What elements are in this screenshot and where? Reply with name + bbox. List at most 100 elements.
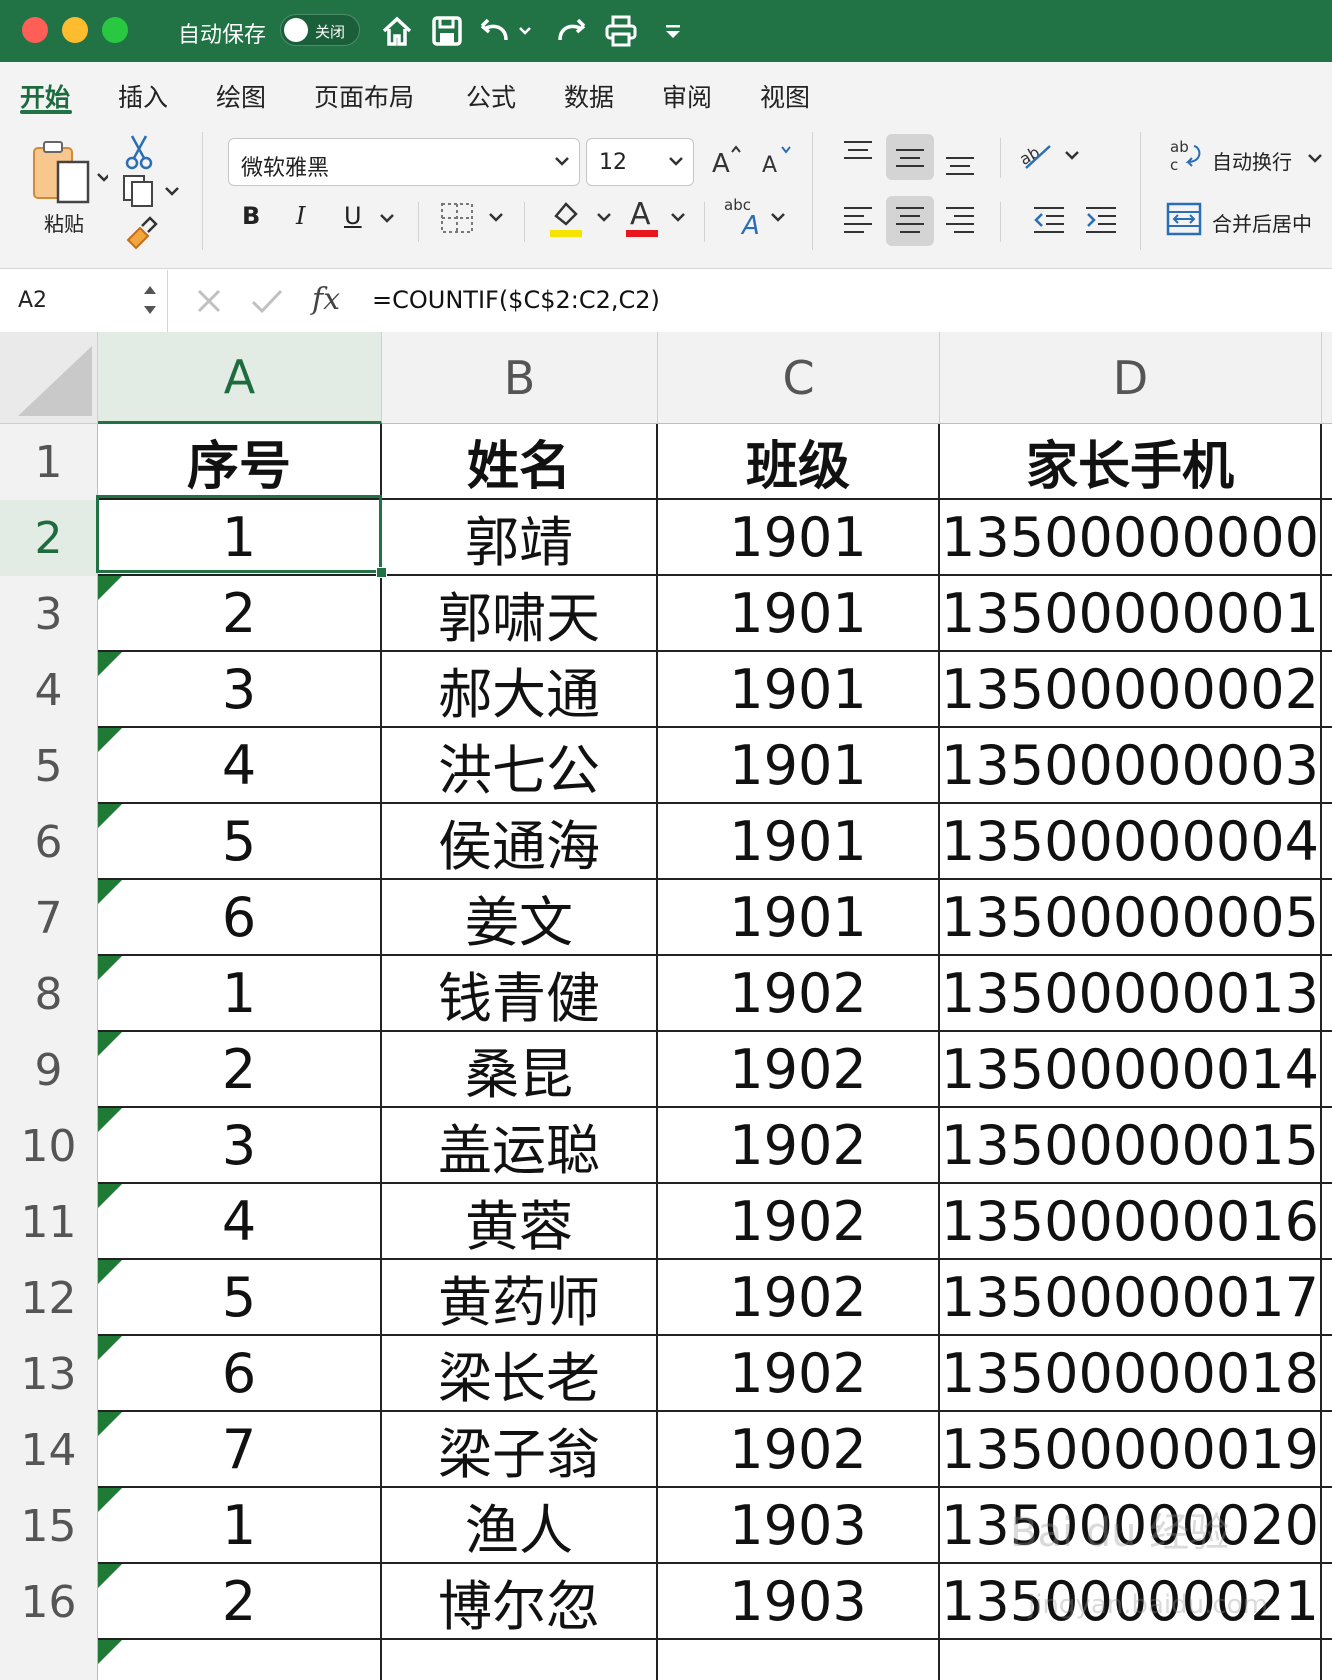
table-cell[interactable]: [98, 1640, 382, 1680]
table-cell[interactable]: 3: [98, 652, 382, 728]
tab-page-layout[interactable]: 页面布局: [314, 78, 414, 114]
table-cell[interactable]: 4: [98, 1184, 382, 1260]
error-indicator-icon[interactable]: [98, 576, 122, 600]
table-cell[interactable]: 博尔忽: [382, 1564, 658, 1640]
table-cell[interactable]: [1322, 1184, 1332, 1260]
decrease-indent-icon[interactable]: [1032, 204, 1066, 240]
error-indicator-icon[interactable]: [98, 1640, 122, 1664]
table-cell[interactable]: [1322, 500, 1332, 576]
row-header[interactable]: 12: [0, 1260, 98, 1336]
table-cell[interactable]: 13500000002: [940, 652, 1322, 728]
table-cell[interactable]: 2: [98, 1032, 382, 1108]
table-cell[interactable]: 郝大通: [382, 652, 658, 728]
table-cell[interactable]: 6: [98, 880, 382, 956]
customize-toolbar-icon[interactable]: [654, 12, 692, 50]
phonetic-icon[interactable]: abc A: [722, 194, 792, 244]
table-cell[interactable]: 1902: [658, 1184, 940, 1260]
row-header[interactable]: 15: [0, 1488, 98, 1564]
table-cell[interactable]: 13500000000: [940, 500, 1322, 576]
table-cell[interactable]: 13500000013: [940, 956, 1322, 1032]
table-cell[interactable]: [658, 1640, 940, 1680]
table-cell[interactable]: 1901: [658, 804, 940, 880]
row-header[interactable]: 9: [0, 1032, 98, 1108]
borders-icon[interactable]: [440, 200, 510, 240]
table-cell[interactable]: 13500000016: [940, 1184, 1322, 1260]
cancel-icon[interactable]: [194, 286, 224, 320]
error-indicator-icon[interactable]: [98, 652, 122, 676]
table-cell[interactable]: [1322, 956, 1332, 1032]
name-box-stepper-icon[interactable]: [142, 282, 158, 324]
enter-icon[interactable]: [250, 286, 284, 320]
insert-function-icon[interactable]: fx: [312, 282, 340, 317]
table-cell[interactable]: 侯通海: [382, 804, 658, 880]
tab-formulas[interactable]: 公式: [466, 78, 516, 114]
table-cell[interactable]: 2: [98, 1564, 382, 1640]
header-cell[interactable]: 班级: [658, 424, 940, 500]
row-header[interactable]: 14: [0, 1412, 98, 1488]
row-header[interactable]: [0, 1640, 98, 1680]
increase-font-size-icon[interactable]: A: [710, 142, 744, 182]
row-header[interactable]: 5: [0, 728, 98, 804]
table-cell[interactable]: 6: [98, 1336, 382, 1412]
save-icon[interactable]: [428, 12, 466, 50]
table-cell[interactable]: [1322, 652, 1332, 728]
error-indicator-icon[interactable]: [98, 1412, 122, 1436]
table-cell[interactable]: [1322, 1108, 1332, 1184]
table-cell[interactable]: [1322, 1336, 1332, 1412]
table-cell[interactable]: 13500000017: [940, 1260, 1322, 1336]
table-cell[interactable]: 13500000005: [940, 880, 1322, 956]
table-cell[interactable]: 1902: [658, 1336, 940, 1412]
table-cell[interactable]: 5: [98, 804, 382, 880]
table-cell[interactable]: 13500000004: [940, 804, 1322, 880]
error-indicator-icon[interactable]: [98, 1184, 122, 1208]
table-cell[interactable]: 姜文: [382, 880, 658, 956]
table-cell[interactable]: 1902: [658, 1412, 940, 1488]
column-header-c[interactable]: C: [658, 332, 940, 424]
table-cell[interactable]: 1901: [658, 576, 940, 652]
header-cell[interactable]: 家长手机: [940, 424, 1322, 500]
tab-draw[interactable]: 绘图: [216, 78, 266, 114]
table-cell[interactable]: 1902: [658, 1260, 940, 1336]
table-cell[interactable]: 1903: [658, 1488, 940, 1564]
paste-icon[interactable]: [28, 138, 111, 208]
table-cell[interactable]: 桑昆: [382, 1032, 658, 1108]
error-indicator-icon[interactable]: [98, 1260, 122, 1284]
select-all-button[interactable]: [0, 332, 98, 424]
minimize-window-button[interactable]: [62, 17, 88, 43]
error-indicator-icon[interactable]: [98, 728, 122, 752]
row-header[interactable]: 8: [0, 956, 98, 1032]
table-cell[interactable]: 7: [98, 1412, 382, 1488]
table-cell[interactable]: 13500000015: [940, 1108, 1322, 1184]
wrap-text-icon[interactable]: ab c: [1168, 138, 1204, 178]
table-cell[interactable]: [1322, 1032, 1332, 1108]
table-cell[interactable]: 黄药师: [382, 1260, 658, 1336]
close-window-button[interactable]: [22, 17, 48, 43]
table-cell[interactable]: 梁长老: [382, 1336, 658, 1412]
table-cell[interactable]: [1322, 728, 1332, 804]
table-cell[interactable]: [1322, 804, 1332, 880]
header-cell[interactable]: 姓名: [382, 424, 658, 500]
error-indicator-icon[interactable]: [98, 1336, 122, 1360]
undo-icon[interactable]: [478, 12, 536, 50]
table-cell[interactable]: 13500000018: [940, 1336, 1322, 1412]
table-cell[interactable]: 1: [98, 500, 382, 576]
table-cell[interactable]: 1902: [658, 1108, 940, 1184]
row-header[interactable]: 7: [0, 880, 98, 956]
row-header[interactable]: 4: [0, 652, 98, 728]
align-middle-icon[interactable]: [894, 144, 926, 178]
table-cell[interactable]: 1901: [658, 728, 940, 804]
column-header-a[interactable]: A: [98, 332, 382, 424]
tab-view[interactable]: 视图: [760, 78, 810, 114]
column-header-b[interactable]: B: [382, 332, 658, 424]
align-top-icon[interactable]: [842, 138, 874, 172]
error-indicator-icon[interactable]: [98, 804, 122, 828]
table-cell[interactable]: 郭靖: [382, 500, 658, 576]
column-header-e[interactable]: [1322, 332, 1332, 424]
align-center-icon[interactable]: [894, 204, 926, 240]
header-cell[interactable]: 序号: [98, 424, 382, 500]
align-bottom-icon[interactable]: [944, 150, 976, 184]
table-cell[interactable]: 5: [98, 1260, 382, 1336]
home-icon[interactable]: [378, 12, 416, 50]
table-cell[interactable]: 渔人: [382, 1488, 658, 1564]
tab-review[interactable]: 审阅: [662, 78, 712, 114]
